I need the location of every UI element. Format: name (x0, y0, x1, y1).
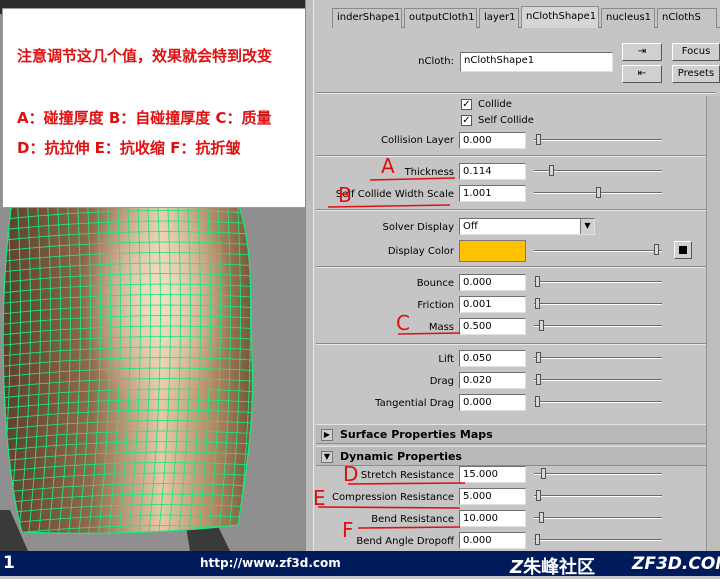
ncloth-name-field[interactable]: nClothShape1 (460, 52, 613, 72)
compression-resistance-slider-handle[interactable] (536, 490, 541, 501)
annotation-e: E (313, 486, 326, 510)
compression-resistance-slider[interactable] (534, 495, 662, 497)
footer-left-mark: 1 (3, 553, 15, 573)
self-collide-width-scale-slider-handle[interactable] (596, 187, 601, 198)
bend-resistance-slider-handle[interactable] (539, 512, 544, 523)
self-collide-label: Self Collide (478, 115, 534, 126)
lift-slider-handle[interactable] (536, 352, 541, 363)
ncloth-label: nCloth: (418, 56, 454, 67)
tangential-drag-slider-handle[interactable] (535, 396, 540, 407)
annotation-a: A (381, 154, 395, 178)
annotation-d: D (343, 462, 359, 486)
mass-slider[interactable] (534, 325, 662, 327)
stretch-resistance-slider[interactable] (534, 473, 662, 475)
bounce-slider[interactable] (534, 281, 662, 283)
bend-resistance-slider[interactable] (534, 517, 662, 519)
annotation-note: 注意调节这几个值，效果就会特到改变 A：碰撞厚度 B：自碰撞厚度 C：质量 D：… (2, 8, 305, 208)
copy-tab-button[interactable]: ⇤ (622, 65, 662, 83)
friction-slider[interactable] (534, 303, 662, 305)
focus-button[interactable]: Focus (672, 43, 720, 61)
watermark-footer: 1 http://www.zf3d.com Z朱峰社区 ZF3D.COM (0, 551, 720, 578)
bend-angle-dropoff-slider-handle[interactable] (535, 534, 540, 545)
mass-slider-handle[interactable] (539, 320, 544, 331)
annotation-c: C (396, 311, 410, 335)
divider (316, 92, 716, 94)
tab-ncloth-shape[interactable]: nClothShape1 (521, 6, 599, 28)
z-logo-icon: Z (510, 557, 524, 578)
tab-ncloth-shape-2[interactable]: nClothS (657, 8, 717, 28)
tangential-drag-slider[interactable] (534, 401, 662, 403)
tab-nucleus[interactable]: nucleus1 (601, 8, 655, 28)
drag-slider[interactable] (534, 379, 662, 381)
collision-layer-field[interactable]: 0.000 (459, 132, 526, 149)
vertical-scrollbar[interactable] (706, 96, 720, 551)
tab-layer1[interactable]: layer1 (479, 8, 519, 28)
stretch-resistance-slider-handle[interactable] (541, 468, 546, 479)
note-line-2: A：碰撞厚度 B：自碰撞厚度 C：质量 (17, 109, 272, 127)
note-line-3: D：抗拉伸 E：抗收缩 F：抗折皱 (17, 139, 241, 157)
tab-inder-shape[interactable]: inderShape1 (332, 8, 402, 28)
color-picker-button[interactable] (674, 241, 692, 259)
presets-button[interactable]: Presets (672, 65, 720, 83)
arrow-in-icon: ⇥ (637, 46, 647, 57)
collide-label: Collide (478, 99, 512, 110)
display-color-slider[interactable] (534, 250, 662, 252)
bend-angle-dropoff-slider[interactable] (534, 539, 662, 541)
note-line-1: 注意调节这几个值，效果就会特到改变 (17, 47, 273, 65)
checker-icon (679, 246, 687, 254)
display-color-slider-handle[interactable] (654, 244, 659, 255)
annotation-b: B (338, 183, 352, 207)
self-collide-checkbox[interactable]: ✓ (461, 115, 472, 126)
load-selected-button[interactable]: ⇥ (622, 43, 662, 61)
footer-brand-site: ZF3D.COM (632, 554, 720, 574)
node-tab-bar: inderShape1 outputCloth1 layer1 nClothSh… (332, 6, 720, 28)
collision-layer-slider[interactable] (534, 139, 662, 141)
footer-url: http://www.zf3d.com (200, 556, 341, 570)
collide-checkbox[interactable]: ✓ (461, 99, 472, 110)
lift-slider[interactable] (534, 357, 662, 359)
friction-slider-handle[interactable] (535, 298, 540, 309)
footer-brand-cn: Z朱峰社区 (510, 557, 596, 578)
chevron-down-icon: ▼ (580, 219, 594, 234)
bounce-slider-handle[interactable] (535, 276, 540, 287)
arrow-out-icon: ⇤ (637, 68, 647, 79)
thickness-slider-handle[interactable] (549, 165, 554, 176)
collision-layer-label: Collision Layer (381, 135, 454, 146)
viewport-3d[interactable]: 注意调节这几个值，效果就会特到改变 A：碰撞厚度 B：自碰撞厚度 C：质量 D：… (0, 0, 305, 551)
tab-output-cloth[interactable]: outputCloth1 (404, 8, 477, 28)
annotation-f: F (342, 518, 354, 542)
solver-display-dropdown[interactable]: Off ▼ (459, 218, 595, 235)
collision-layer-slider-handle[interactable] (536, 134, 541, 145)
drag-slider-handle[interactable] (536, 374, 541, 385)
